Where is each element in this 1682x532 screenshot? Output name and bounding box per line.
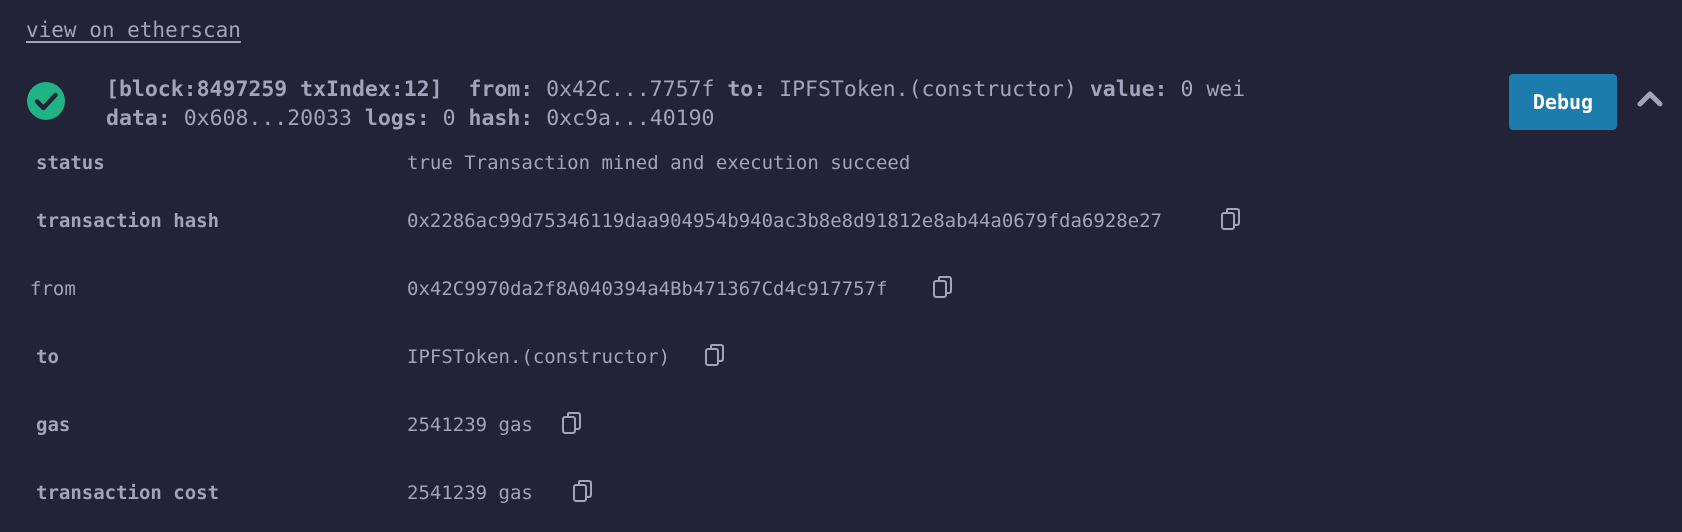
transaction-details-panel: view on etherscan [block:8497259 txIndex…	[0, 0, 1682, 532]
gas-label: gas	[36, 414, 71, 436]
copy-icon[interactable]	[572, 479, 594, 503]
to-row-label: to	[36, 346, 59, 368]
summary-line-1: [block:8497259 txIndex:12] from: 0x42C..…	[106, 75, 1245, 104]
hash-label: hash:	[468, 106, 534, 131]
logs-value: 0	[442, 106, 456, 131]
transaction-hash-label: transaction hash	[36, 210, 220, 232]
copy-icon[interactable]	[932, 275, 954, 299]
from-label: from:	[468, 77, 534, 102]
transaction-cost-value: 2541239 gas	[407, 482, 533, 504]
transaction-cost-label: transaction cost	[36, 482, 220, 504]
data-value: 0x608...20033	[183, 106, 352, 131]
to-row-value: IPFSToken.(constructor)	[407, 346, 671, 368]
debug-button[interactable]: Debug	[1509, 74, 1617, 130]
copy-icon[interactable]	[561, 411, 583, 435]
copy-icon[interactable]	[1220, 207, 1242, 231]
status-value: true Transaction mined and execution suc…	[407, 152, 911, 174]
hash-value: 0xc9a...40190	[546, 106, 715, 131]
view-on-etherscan-link[interactable]: view on etherscan	[26, 18, 241, 42]
from-row-value: 0x42C9970da2f8A040394a4Bb471367Cd4c91775…	[407, 278, 888, 300]
block-info: [block:8497259 txIndex:12]	[106, 77, 443, 102]
logs-label: logs:	[364, 106, 430, 131]
chevron-up-icon[interactable]	[1636, 86, 1664, 110]
gas-value: 2541239 gas	[407, 414, 533, 436]
value-value: 0 wei	[1180, 77, 1246, 102]
copy-icon[interactable]	[704, 343, 726, 367]
check-circle-icon	[27, 82, 65, 120]
data-label: data:	[106, 106, 171, 131]
to-value: IPFSToken.(constructor)	[779, 77, 1077, 102]
status-label: status	[36, 152, 105, 174]
from-row-label: from	[30, 278, 76, 300]
transaction-summary[interactable]: [block:8497259 txIndex:12] from: 0x42C..…	[106, 75, 1245, 133]
from-value: 0x42C...7757f	[546, 77, 715, 102]
summary-line-2: data: 0x608...20033 logs: 0 hash: 0xc9a.…	[106, 104, 1245, 133]
value-label: value:	[1089, 77, 1168, 102]
transaction-hash-value: 0x2286ac99d75346119daa904954b940ac3b8e8d…	[407, 210, 1162, 232]
to-label: to:	[727, 77, 767, 102]
